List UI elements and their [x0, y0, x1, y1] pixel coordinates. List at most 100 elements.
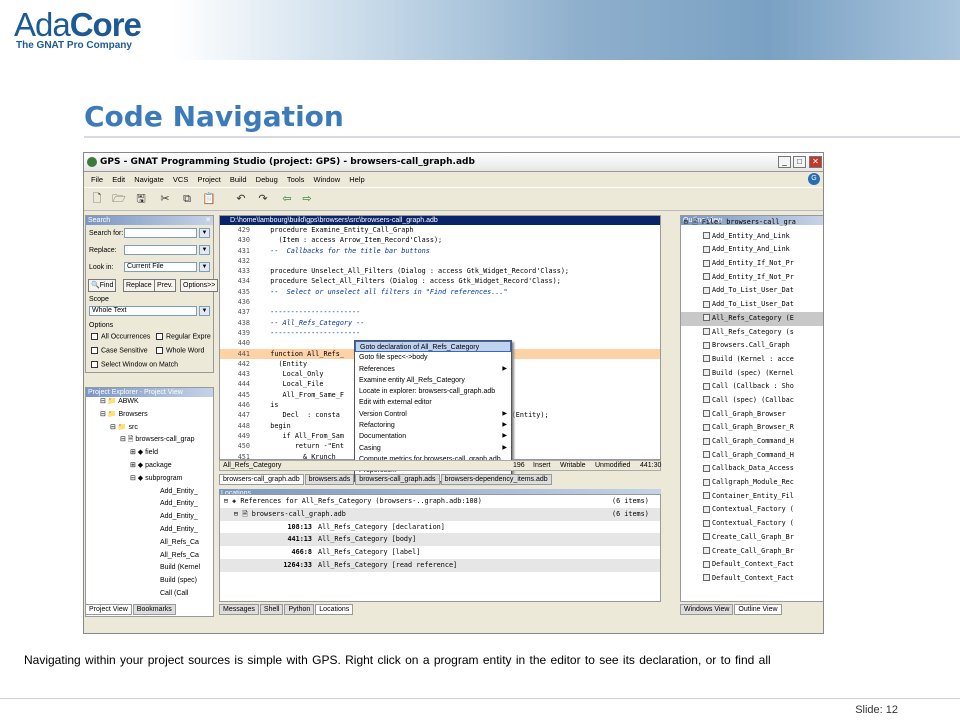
replace-dropdown-icon[interactable]: ▼ — [199, 245, 210, 255]
outline-item[interactable]: Call_Graph_Command_H — [681, 449, 823, 463]
tree-item[interactable]: Add_Entity_ — [90, 524, 200, 537]
outline-item[interactable]: Default_Context_Fact — [681, 572, 823, 586]
outline-item[interactable]: Add_To_List_User_Dat — [681, 298, 823, 312]
whole-word-checkbox[interactable]: Whole Word — [156, 347, 204, 354]
close-icon[interactable]: ✕ — [809, 156, 822, 168]
context-menu-item[interactable]: Goto declaration of All_Refs_Category — [355, 341, 511, 353]
scope-select[interactable]: Whole Text — [89, 306, 197, 316]
code-line[interactable]: 438 -- All_Refs_Category -- — [220, 318, 660, 328]
file-tab[interactable]: browsers-dependency_items.adb — [440, 474, 552, 485]
outline-item[interactable]: Default_Context_Fact — [681, 558, 823, 572]
file-tab[interactable]: browsers-call_graph.adb — [219, 474, 304, 485]
save-icon[interactable]: 🖫 — [134, 192, 148, 206]
code-line[interactable]: 437 ---------------------- — [220, 307, 660, 317]
tree-item[interactable]: Add_Entity_ — [90, 486, 200, 499]
outline-item[interactable]: Create_Call_Graph_Br — [681, 545, 823, 559]
status-mode[interactable]: Insert — [533, 461, 551, 471]
outline-item[interactable]: Add_Entity_If_Not_Pr — [681, 257, 823, 271]
file-tab[interactable]: browsers-call_graph.ads — [355, 474, 440, 485]
outline-item[interactable]: Create_Call_Graph_Br — [681, 531, 823, 545]
context-menu-item[interactable]: Refactoring ▶ — [355, 420, 511, 431]
context-menu-item[interactable]: References ▶ — [355, 364, 511, 375]
context-menu-item[interactable]: Locate in explorer: browsers-call_graph.… — [355, 386, 511, 397]
scope-dropdown-icon[interactable]: ▼ — [199, 306, 210, 316]
menu-vcs[interactable]: VCS — [173, 175, 188, 184]
code-line[interactable]: 432 — [220, 256, 660, 266]
code-line[interactable]: 429 procedure Examine_Entity_Call_Graph — [220, 225, 660, 235]
outline-item[interactable]: All_Refs_Category (E — [681, 311, 823, 326]
new-file-icon[interactable]: 🗋 — [90, 192, 104, 206]
outline-item[interactable]: Call_Graph_Browser — [681, 408, 823, 422]
search-for-dropdown-icon[interactable]: ▼ — [199, 228, 210, 238]
tree-item[interactable]: ⊞ ◆ field — [90, 447, 200, 460]
menu-window[interactable]: Window — [313, 175, 340, 184]
tree-item[interactable]: ⊟ 📁 Browsers — [90, 409, 200, 422]
outline-item[interactable]: Add_To_List_User_Dat — [681, 284, 823, 298]
context-menu-item[interactable]: Examine entity All_Refs_Category — [355, 375, 511, 386]
context-menu-item[interactable]: Casing ▶ — [355, 443, 511, 454]
menu-help[interactable]: Help — [349, 175, 364, 184]
outline-item[interactable]: Call_Graph_Browser_R — [681, 421, 823, 435]
search-close-icon[interactable]: ✕ — [205, 216, 211, 224]
code-line[interactable]: 433 procedure Unselect_All_Filters (Dial… — [220, 266, 660, 276]
tree-item[interactable]: ⊞ ◆ package — [90, 460, 200, 473]
menu-build[interactable]: Build — [230, 175, 247, 184]
tab-bookmarks[interactable]: Bookmarks — [132, 604, 176, 615]
redo-icon[interactable]: ↷ — [256, 192, 270, 206]
code-line[interactable]: 434 procedure Select_All_Filters (Dialog… — [220, 276, 660, 286]
tree-item[interactable]: Call (Call — [90, 588, 200, 601]
menu-edit[interactable]: Edit — [112, 175, 125, 184]
outline-item[interactable]: Contextual_Factory ( — [681, 517, 823, 531]
location-row[interactable]: 441:13 All_Refs_Category [body] — [220, 533, 660, 547]
case-sensitive-checkbox[interactable]: Case Sensitive — [91, 347, 148, 354]
forward-icon[interactable]: ⇨ — [300, 192, 314, 206]
tree-item[interactable]: ⊟ 🗎 browsers-call_grap — [90, 434, 200, 447]
menu-debug[interactable]: Debug — [256, 175, 278, 184]
tree-item[interactable]: All_Refs_Ca — [90, 537, 200, 550]
minimize-icon[interactable]: _ — [778, 156, 791, 168]
code-line[interactable]: 436 — [220, 297, 660, 307]
tab-messages[interactable]: Messages — [219, 604, 259, 615]
menu-file[interactable]: File — [91, 175, 103, 184]
tree-item[interactable]: Build (spec) — [90, 575, 200, 588]
outline-item[interactable]: Browsers.Call_Graph — [681, 339, 823, 353]
all-occurrences-checkbox[interactable]: All Occurrences — [91, 333, 150, 340]
cut-icon[interactable]: ✂ — [158, 192, 172, 206]
outline-item[interactable]: Callback_Data_Access — [681, 462, 823, 476]
tree-item[interactable]: ⊟ ◆ subprogram — [90, 473, 200, 486]
code-line[interactable]: 430 (Item : access Arrow_Item_Record'Cla… — [220, 235, 660, 245]
outline-item[interactable]: Build (spec) (Kernel — [681, 367, 823, 381]
replace-input[interactable] — [124, 245, 197, 255]
code-line[interactable]: 439 ---------------------- — [220, 328, 660, 338]
context-menu-item[interactable]: Goto file spec<->body — [355, 352, 511, 363]
locations-root[interactable]: ⊟ ◈ References for All_Refs_Category (br… — [220, 495, 660, 508]
context-menu-item[interactable]: Documentation ▶ — [355, 431, 511, 442]
back-icon[interactable]: ⇦ — [280, 192, 294, 206]
regex-checkbox[interactable]: Regular Expre — [156, 333, 211, 340]
tree-item[interactable]: Add_Entity_ — [90, 511, 200, 524]
options-button[interactable]: Options>> — [180, 279, 219, 292]
search-for-input[interactable] — [124, 228, 197, 238]
outline-item[interactable]: Add_Entity_And_Link — [681, 243, 823, 257]
tab-shell[interactable]: Shell — [259, 604, 284, 615]
tab-python[interactable]: Python — [284, 604, 315, 615]
outline-item[interactable]: All_Refs_Category (s — [681, 326, 823, 340]
menu-navigate[interactable]: Navigate — [134, 175, 164, 184]
outline-item[interactable]: Add_Entity_If_Not_Pr — [681, 271, 823, 285]
maximize-icon[interactable]: □ — [793, 156, 806, 168]
tree-item[interactable]: All_Refs_Ca — [90, 550, 200, 563]
find-button[interactable]: 🔍Find — [88, 279, 117, 292]
outline-item[interactable]: Build (Kernel : acce — [681, 353, 823, 367]
tree-item[interactable]: ⊟ 📁 ABWK — [90, 396, 200, 409]
copy-icon[interactable]: ⧉ — [180, 192, 194, 206]
tab-outline-view[interactable]: Outline View — [734, 604, 782, 615]
location-row[interactable]: 108:13 All_Refs_Category [declaration] — [220, 521, 660, 534]
replace-button[interactable]: Replace — [123, 279, 155, 292]
status-writable[interactable]: Writable — [560, 461, 586, 471]
context-menu-item[interactable]: Edit with external editor — [355, 397, 511, 408]
outline-item[interactable]: Add_Entity_And_Link — [681, 230, 823, 244]
undo-icon[interactable]: ↶ — [234, 192, 248, 206]
outline-item[interactable]: Container_Entity_Fil — [681, 490, 823, 504]
paste-icon[interactable]: 📋 — [202, 192, 216, 206]
tree-item[interactable]: ⊟ 📁 src — [90, 422, 200, 435]
